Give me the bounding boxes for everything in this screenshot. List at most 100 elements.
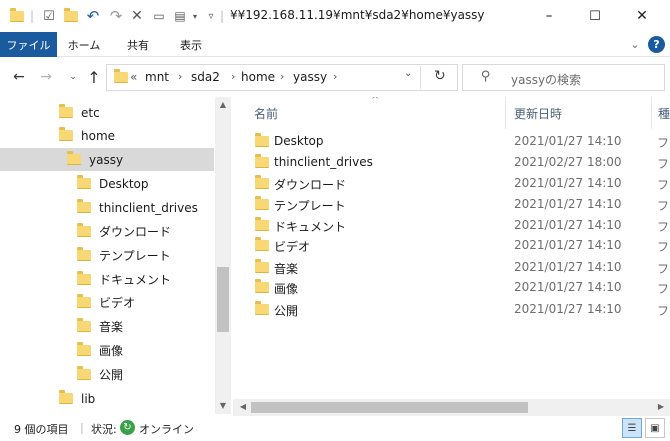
tree-item-etc[interactable]: etc bbox=[0, 101, 214, 124]
file-row[interactable]: ドキュメント 2021/01/27 14:10 フ bbox=[245, 215, 670, 236]
forward-arrow-icon[interactable]: → bbox=[36, 67, 56, 87]
tab-view[interactable]: 表示 bbox=[168, 32, 214, 57]
help-icon[interactable]: ? bbox=[648, 36, 665, 53]
breadcrumb-chevron-icon[interactable]: › bbox=[231, 70, 235, 83]
tree-item-thinclient-drives[interactable]: thinclient_drives bbox=[0, 196, 214, 219]
scroll-down-icon[interactable]: ▼ bbox=[215, 401, 231, 410]
folder-icon bbox=[77, 271, 91, 285]
file-name: 公開 bbox=[274, 304, 299, 318]
tree-item-home[interactable]: home bbox=[0, 124, 214, 147]
divider bbox=[420, 66, 421, 89]
file-row[interactable]: テンプレート 2021/01/27 14:10 フ bbox=[245, 194, 670, 215]
tree-item-downloads[interactable]: ダウンロード bbox=[0, 220, 214, 243]
maximize-button[interactable]: ☐ bbox=[572, 0, 618, 32]
file-type: フ bbox=[657, 262, 670, 276]
properties-view-icon[interactable]: ▤ bbox=[172, 6, 188, 26]
file-type: フ bbox=[657, 240, 670, 254]
folder-icon bbox=[255, 279, 269, 293]
file-row[interactable]: ダウンロード 2021/01/27 14:10 フ bbox=[245, 173, 670, 194]
breadcrumb-chevron-icon[interactable]: › bbox=[333, 70, 337, 83]
sync-online-icon: ↻ bbox=[120, 420, 135, 435]
tree-item-desktop[interactable]: Desktop bbox=[0, 172, 214, 195]
details-view-button[interactable]: ☰ bbox=[622, 418, 642, 438]
breadcrumb-overflow[interactable]: « bbox=[130, 70, 137, 84]
search-input[interactable]: yassyの検索 bbox=[511, 71, 581, 88]
file-row[interactable]: thinclient_drives 2021/02/27 18:00 フ bbox=[245, 152, 670, 173]
tree-item-label: ダウンロード bbox=[99, 225, 172, 239]
new-folder-icon[interactable] bbox=[63, 6, 79, 26]
minimize-button[interactable]: – bbox=[526, 0, 572, 32]
navigation-pane: etc home yassy Desktop thinclient_drives… bbox=[0, 97, 231, 414]
tree-item-label: 音楽 bbox=[99, 320, 124, 334]
column-header-date[interactable]: 更新日時 bbox=[514, 105, 562, 122]
properties-icon[interactable]: ☑ bbox=[40, 6, 58, 26]
scrollbar-thumb[interactable] bbox=[217, 267, 229, 332]
tree-item-music[interactable]: 音楽 bbox=[0, 315, 214, 338]
customize-toolbar-dropdown-icon[interactable]: ▾ bbox=[190, 6, 200, 26]
breadcrumb-chevron-icon[interactable]: › bbox=[178, 70, 182, 83]
folder-icon bbox=[255, 133, 269, 147]
breadcrumb-yassy[interactable]: yassy bbox=[293, 70, 327, 84]
tree-item-yassy[interactable]: yassy bbox=[0, 148, 214, 171]
scrollbar-thumb[interactable] bbox=[251, 402, 528, 413]
recent-locations-chevron-icon[interactable]: ⌄ bbox=[63, 67, 83, 87]
tree-item-label: etc bbox=[81, 105, 100, 120]
tree-item-pictures[interactable]: 画像 bbox=[0, 339, 214, 362]
address-dropdown-icon[interactable]: ⌄ bbox=[404, 68, 412, 79]
folder-icon bbox=[77, 366, 91, 380]
tree-item-lib[interactable]: lib bbox=[0, 387, 214, 410]
file-date: 2021/01/27 14:10 bbox=[514, 302, 622, 316]
divider: | bbox=[29, 9, 35, 23]
breadcrumb-mnt[interactable]: mnt bbox=[145, 70, 169, 84]
expand-ribbon-icon[interactable]: ⌄ bbox=[627, 32, 643, 57]
tree-item-templates[interactable]: テンプレート bbox=[0, 244, 214, 267]
file-row[interactable]: 音楽 2021/01/27 14:10 フ bbox=[245, 257, 670, 278]
file-name: 音楽 bbox=[274, 262, 299, 276]
tab-home[interactable]: ホーム bbox=[60, 32, 108, 57]
column-header-name[interactable]: 名前 bbox=[254, 105, 278, 122]
up-arrow-icon[interactable]: ↑ bbox=[84, 67, 104, 87]
column-divider[interactable] bbox=[505, 97, 506, 129]
folder-icon bbox=[77, 247, 91, 261]
scroll-left-icon[interactable]: ◀ bbox=[235, 402, 251, 411]
large-icons-view-button[interactable]: ▣ bbox=[645, 418, 665, 438]
tree-item-videos[interactable]: ビデオ bbox=[0, 291, 214, 314]
folder-icon bbox=[77, 342, 91, 356]
file-row[interactable]: Desktop 2021/01/27 14:10 フ bbox=[245, 131, 670, 152]
delete-icon[interactable]: ✕ bbox=[129, 6, 145, 26]
folder-icon bbox=[255, 301, 269, 315]
tree-item-public[interactable]: 公開 bbox=[0, 363, 214, 386]
refresh-icon[interactable]: ↻ bbox=[434, 68, 446, 84]
file-row[interactable]: 画像 2021/01/27 14:10 フ bbox=[245, 277, 670, 298]
search-box[interactable]: ⚲ yassyの検索 bbox=[462, 64, 665, 91]
scroll-up-icon[interactable]: ▲ bbox=[215, 100, 231, 109]
folder-icon bbox=[255, 237, 269, 251]
file-row[interactable]: 公開 2021/01/27 14:10 フ bbox=[245, 299, 670, 320]
breadcrumb-home[interactable]: home bbox=[241, 70, 275, 84]
tree-item-documents[interactable]: ドキュメント bbox=[0, 268, 214, 291]
window-title: ¥¥192.168.11.19¥mnt¥sda2¥home¥yassy bbox=[230, 8, 485, 22]
file-name: ドキュメント bbox=[274, 220, 347, 234]
file-type: フ bbox=[657, 304, 670, 318]
file-list-scrollbar[interactable]: ◀ ▶ bbox=[233, 399, 670, 416]
rename-icon[interactable]: ▭ bbox=[151, 6, 167, 26]
column-divider[interactable] bbox=[651, 97, 652, 129]
address-bar[interactable]: « mnt › sda2 › home › yassy › ⌄ ↻ bbox=[106, 64, 458, 91]
file-row[interactable]: ビデオ 2021/01/27 14:10 フ bbox=[245, 235, 670, 256]
tab-share[interactable]: 共有 bbox=[115, 32, 161, 57]
file-date: 2021/01/27 14:10 bbox=[514, 197, 622, 211]
column-header-type[interactable]: 種 bbox=[658, 105, 670, 122]
quick-access-menu-icon[interactable]: ▿ bbox=[204, 6, 218, 26]
file-list: ^ 名前 更新日時 種 Desktop 2021/01/27 14:10 フ thi… bbox=[233, 97, 670, 414]
folder-icon bbox=[77, 318, 91, 332]
tab-file[interactable]: ファイル bbox=[0, 32, 57, 57]
close-button[interactable]: ✕ bbox=[619, 0, 665, 32]
navigation-pane-scrollbar[interactable]: ▲ ▼ bbox=[215, 97, 231, 414]
breadcrumb-chevron-icon[interactable]: › bbox=[280, 70, 284, 83]
redo-icon[interactable]: ↷ bbox=[107, 6, 125, 26]
breadcrumb-sda2[interactable]: sda2 bbox=[191, 70, 220, 84]
back-arrow-icon[interactable]: ← bbox=[9, 67, 29, 87]
file-type: フ bbox=[657, 136, 670, 150]
undo-icon[interactable]: ↶ bbox=[84, 6, 102, 26]
scroll-right-icon[interactable]: ▶ bbox=[653, 402, 669, 411]
